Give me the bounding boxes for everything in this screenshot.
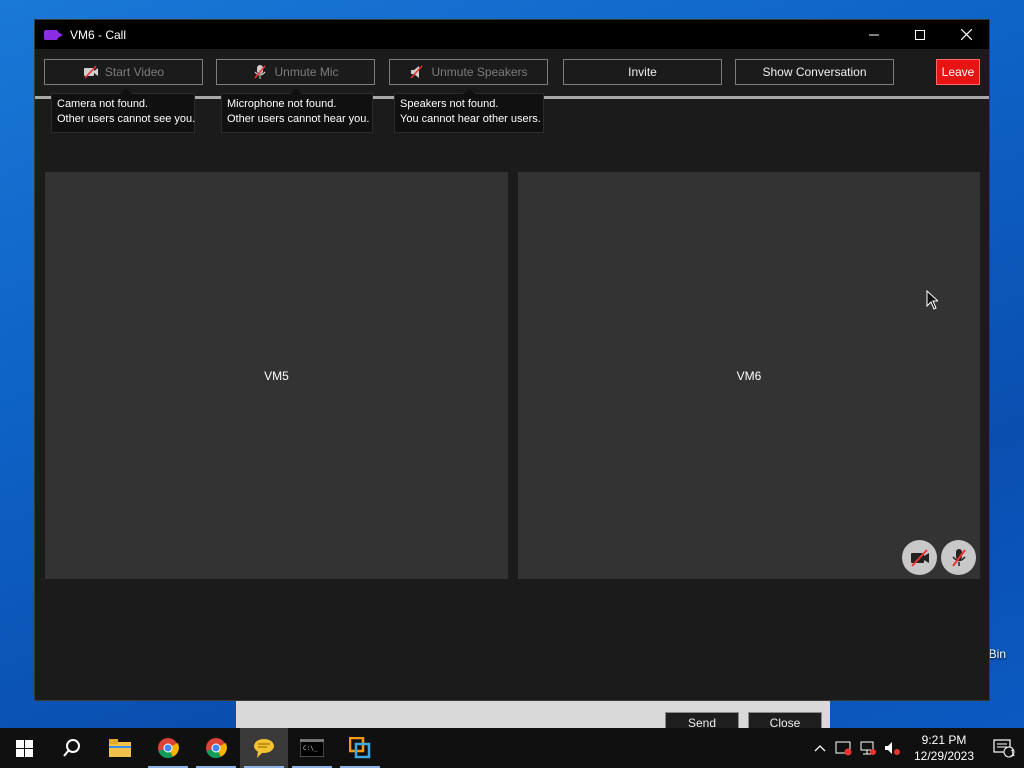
maximize-button[interactable] (897, 20, 943, 49)
unmute-mic-label: Unmute Mic (274, 65, 339, 79)
video-off-icon (83, 65, 99, 79)
device-warning-icon (835, 741, 852, 756)
mic-off-icon (252, 65, 268, 79)
camera-tooltip: Camera not found. Other users cannot see… (51, 88, 196, 133)
network-disconnected-icon (860, 741, 876, 755)
video-off-status-icon (902, 540, 937, 575)
mic-off-status-icon (941, 540, 976, 575)
unmute-speakers-label: Unmute Speakers (431, 65, 528, 79)
start-video-label: Start Video (104, 65, 165, 79)
taskbar-terminal[interactable]: C:\_ (288, 728, 336, 768)
start-button[interactable] (0, 728, 48, 768)
call-toolbar: Start Video Unmute Mic Unmute Speakers I… (44, 59, 980, 85)
participant-name: VM6 (736, 368, 762, 383)
notification-count: 1 (1009, 748, 1015, 758)
show-conversation-label: Show Conversation (762, 65, 867, 79)
unmute-speakers-button[interactable]: Unmute Speakers (389, 59, 548, 85)
participant-tile-vm5[interactable]: VM5 (45, 172, 508, 579)
system-tray: 9:21 PM 12/29/2023 1 (808, 728, 1024, 768)
participant-name: VM5 (264, 368, 289, 383)
taskbar-vmware[interactable] (336, 728, 384, 768)
search-button[interactable] (48, 728, 96, 768)
video-call-app-icon (44, 29, 63, 40)
maximize-icon (915, 29, 925, 40)
taskbar-file-explorer[interactable] (96, 728, 144, 768)
chrome-icon (158, 738, 179, 759)
windows-logo-icon (15, 739, 33, 757)
microphone-tooltip-line2: Other users cannot hear you. (227, 113, 370, 125)
svg-text:C:\_: C:\_ (303, 745, 318, 752)
call-window: VM6 - Call Start Video Unmute Mic Unmute… (34, 19, 990, 701)
volume-button[interactable] (880, 728, 904, 768)
taskbar-clock[interactable]: 9:21 PM 12/29/2023 (904, 732, 984, 764)
search-icon (63, 739, 80, 757)
microphone-tooltip: Microphone not found. Other users cannot… (221, 88, 373, 133)
network-button[interactable] (856, 728, 880, 768)
volume-muted-icon (885, 742, 900, 755)
invite-label: Invite (628, 65, 657, 79)
chevron-up-icon (814, 745, 826, 752)
taskbar-chrome-2[interactable] (192, 728, 240, 768)
background-dialog (236, 700, 830, 728)
show-hidden-icons-button[interactable] (808, 728, 832, 768)
taskbar-chrome-1[interactable] (144, 728, 192, 768)
taskbar-chat-app[interactable] (240, 728, 288, 768)
camera-tooltip-line1: Camera not found. (57, 98, 149, 110)
show-conversation-button[interactable]: Show Conversation (735, 59, 894, 85)
speakers-tooltip-line2: You cannot hear other users. (400, 113, 541, 125)
chat-app-icon (254, 739, 274, 758)
minimize-icon (869, 34, 879, 35)
notification-center-button[interactable]: 1 (984, 728, 1024, 768)
terminal-icon: C:\_ (300, 739, 324, 757)
minimize-button[interactable] (851, 20, 897, 49)
close-icon (960, 29, 972, 40)
window-title: VM6 - Call (70, 27, 127, 42)
clock-date: 12/29/2023 (913, 749, 975, 763)
title-bar[interactable]: VM6 - Call (35, 20, 989, 49)
invite-button[interactable]: Invite (563, 59, 722, 85)
tray-app-button[interactable] (832, 728, 856, 768)
leave-label: Leave (941, 65, 975, 79)
chrome-icon (206, 738, 227, 759)
taskbar: C:\_ 9:21 PM 12/29/2023 1 (0, 728, 1024, 768)
speaker-off-icon (409, 65, 425, 79)
microphone-tooltip-line1: Microphone not found. (227, 98, 337, 110)
start-video-button[interactable]: Start Video (44, 59, 203, 85)
speakers-tooltip-line1: Speakers not found. (400, 98, 499, 110)
unmute-mic-button[interactable]: Unmute Mic (216, 59, 375, 85)
close-button[interactable] (943, 20, 989, 49)
camera-tooltip-line2: Other users cannot see you. (57, 113, 196, 125)
vmware-icon (349, 737, 371, 759)
participant-tile-vm6[interactable]: VM6 (518, 172, 980, 579)
clock-time: 9:21 PM (921, 733, 967, 747)
mouse-cursor-icon (926, 290, 938, 310)
leave-button[interactable]: Leave (936, 59, 980, 85)
speakers-tooltip: Speakers not found. You cannot hear othe… (394, 88, 544, 133)
file-explorer-icon (109, 739, 131, 757)
